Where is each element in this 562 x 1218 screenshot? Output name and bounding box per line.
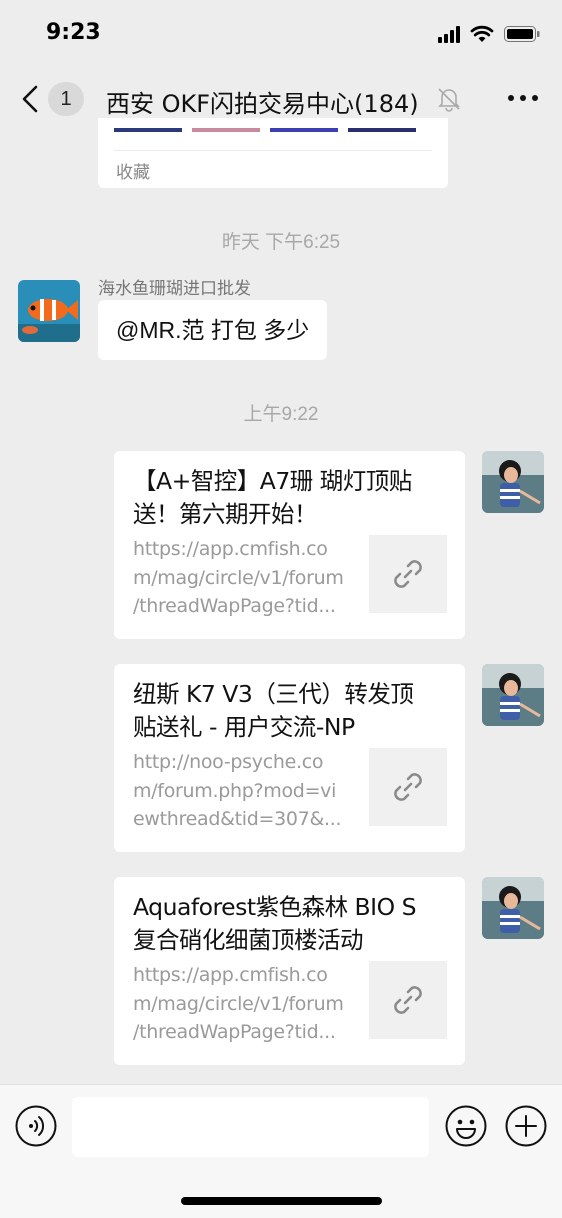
link-title-line: 【A+智控】A7珊 瑚灯顶贴 — [133, 467, 412, 495]
thumbnail-image — [270, 128, 338, 132]
unread-count-badge[interactable]: 1 — [48, 82, 84, 116]
link-title-line: 复合硝化细菌顶楼活动 — [133, 926, 364, 954]
link-url-line: /threadWapPage?tid... — [133, 1021, 336, 1043]
link-title: Aquaforest紫色森林 BIO S 复合硝化细菌顶楼活动 — [133, 891, 449, 957]
sender-name: 海水鱼珊瑚进口批发 — [98, 279, 251, 298]
my-avatar[interactable] — [482, 451, 544, 513]
favorite-card[interactable]: 收藏 — [98, 118, 448, 188]
wifi-icon — [470, 25, 494, 42]
message-bubble[interactable]: @MR.范 打包 多少 — [98, 300, 328, 360]
voice-icon — [15, 1105, 57, 1147]
message-timestamp: 昨天 下午6:25 — [221, 232, 341, 253]
link-thumbnail — [369, 748, 447, 826]
link-url-line: m/mag/circle/v1/forum — [133, 992, 344, 1015]
message-timestamp: 上午9:22 — [243, 404, 319, 425]
link-url-line: http://noo-psyche.co — [133, 751, 324, 773]
link-chain-icon — [394, 560, 422, 588]
child-photo-avatar-icon — [482, 877, 544, 939]
home-indicator[interactable] — [181, 1197, 382, 1205]
link-url-line: https://app.cmfish.co — [133, 964, 328, 986]
link-url-line: https://app.cmfish.co — [133, 538, 328, 560]
status-time: 9:23 — [46, 20, 101, 45]
link-title-line: 送！第六期开始！ — [133, 500, 318, 528]
more-dots-icon — [508, 95, 538, 101]
thumbnail-image — [114, 128, 182, 132]
chevron-left-icon — [22, 85, 38, 113]
more-options-button[interactable] — [506, 88, 540, 108]
link-message-card[interactable]: 纽斯 K7 V3（三代）转发顶 贴送礼 - 用户交流-NP http://noo… — [114, 664, 465, 852]
link-url: http://noo-psyche.co m/forum.php?mod=vi … — [133, 748, 358, 834]
more-actions-button[interactable] — [505, 1105, 547, 1147]
link-url-line: /threadWapPage?tid... — [133, 595, 336, 617]
link-thumbnail — [369, 535, 447, 613]
link-thumbnail — [369, 961, 447, 1039]
link-title-line: 纽斯 K7 V3（三代）转发顶 — [133, 680, 414, 708]
link-url-line: ewthread&tid=307&... — [133, 808, 342, 830]
voice-input-button[interactable] — [15, 1105, 57, 1147]
link-chain-icon — [394, 773, 422, 801]
plus-icon — [505, 1105, 547, 1147]
link-url-line: m/mag/circle/v1/forum — [133, 566, 344, 589]
my-avatar[interactable] — [482, 664, 544, 726]
cellular-signal-icon — [438, 26, 460, 43]
link-url-line: m/forum.php?mod=vi — [133, 779, 337, 802]
emoji-button[interactable] — [445, 1105, 487, 1147]
link-message-card[interactable]: Aquaforest紫色森林 BIO S 复合硝化细菌顶楼活动 https://… — [114, 877, 465, 1065]
link-url: https://app.cmfish.co m/mag/circle/v1/fo… — [133, 535, 358, 621]
card-source-label: 收藏 — [116, 163, 150, 182]
link-title-line: Aquaforest紫色森林 BIO S — [133, 893, 417, 921]
link-title-line: 贴送礼 - 用户交流-NP — [133, 713, 355, 741]
child-photo-avatar-icon — [482, 664, 544, 726]
back-button[interactable] — [18, 84, 44, 114]
emoji-icon — [445, 1105, 487, 1147]
link-title: 纽斯 K7 V3（三代）转发顶 贴送礼 - 用户交流-NP — [133, 678, 449, 744]
link-chain-icon — [394, 986, 422, 1014]
message-input[interactable] — [72, 1097, 429, 1157]
chat-title[interactable]: 西安 OKF闪拍交易中心(184) — [106, 84, 419, 119]
link-url: https://app.cmfish.co m/mag/circle/v1/fo… — [133, 961, 358, 1047]
my-avatar[interactable] — [482, 877, 544, 939]
link-message-card[interactable]: 【A+智控】A7珊 瑚灯顶贴 送！第六期开始！ https://app.cmfi… — [114, 451, 465, 639]
thumbnail-image — [348, 128, 416, 132]
clownfish-avatar-icon — [18, 280, 80, 342]
mute-bell-icon — [436, 86, 462, 112]
child-photo-avatar-icon — [482, 451, 544, 513]
status-bar: 9:23 — [0, 0, 562, 66]
status-icons — [438, 24, 542, 44]
thumbnail-image — [192, 128, 260, 132]
avatar[interactable] — [18, 280, 80, 342]
divider — [114, 150, 432, 151]
link-title: 【A+智控】A7珊 瑚灯顶贴 送！第六期开始！ — [133, 465, 449, 531]
battery-icon — [504, 26, 540, 42]
